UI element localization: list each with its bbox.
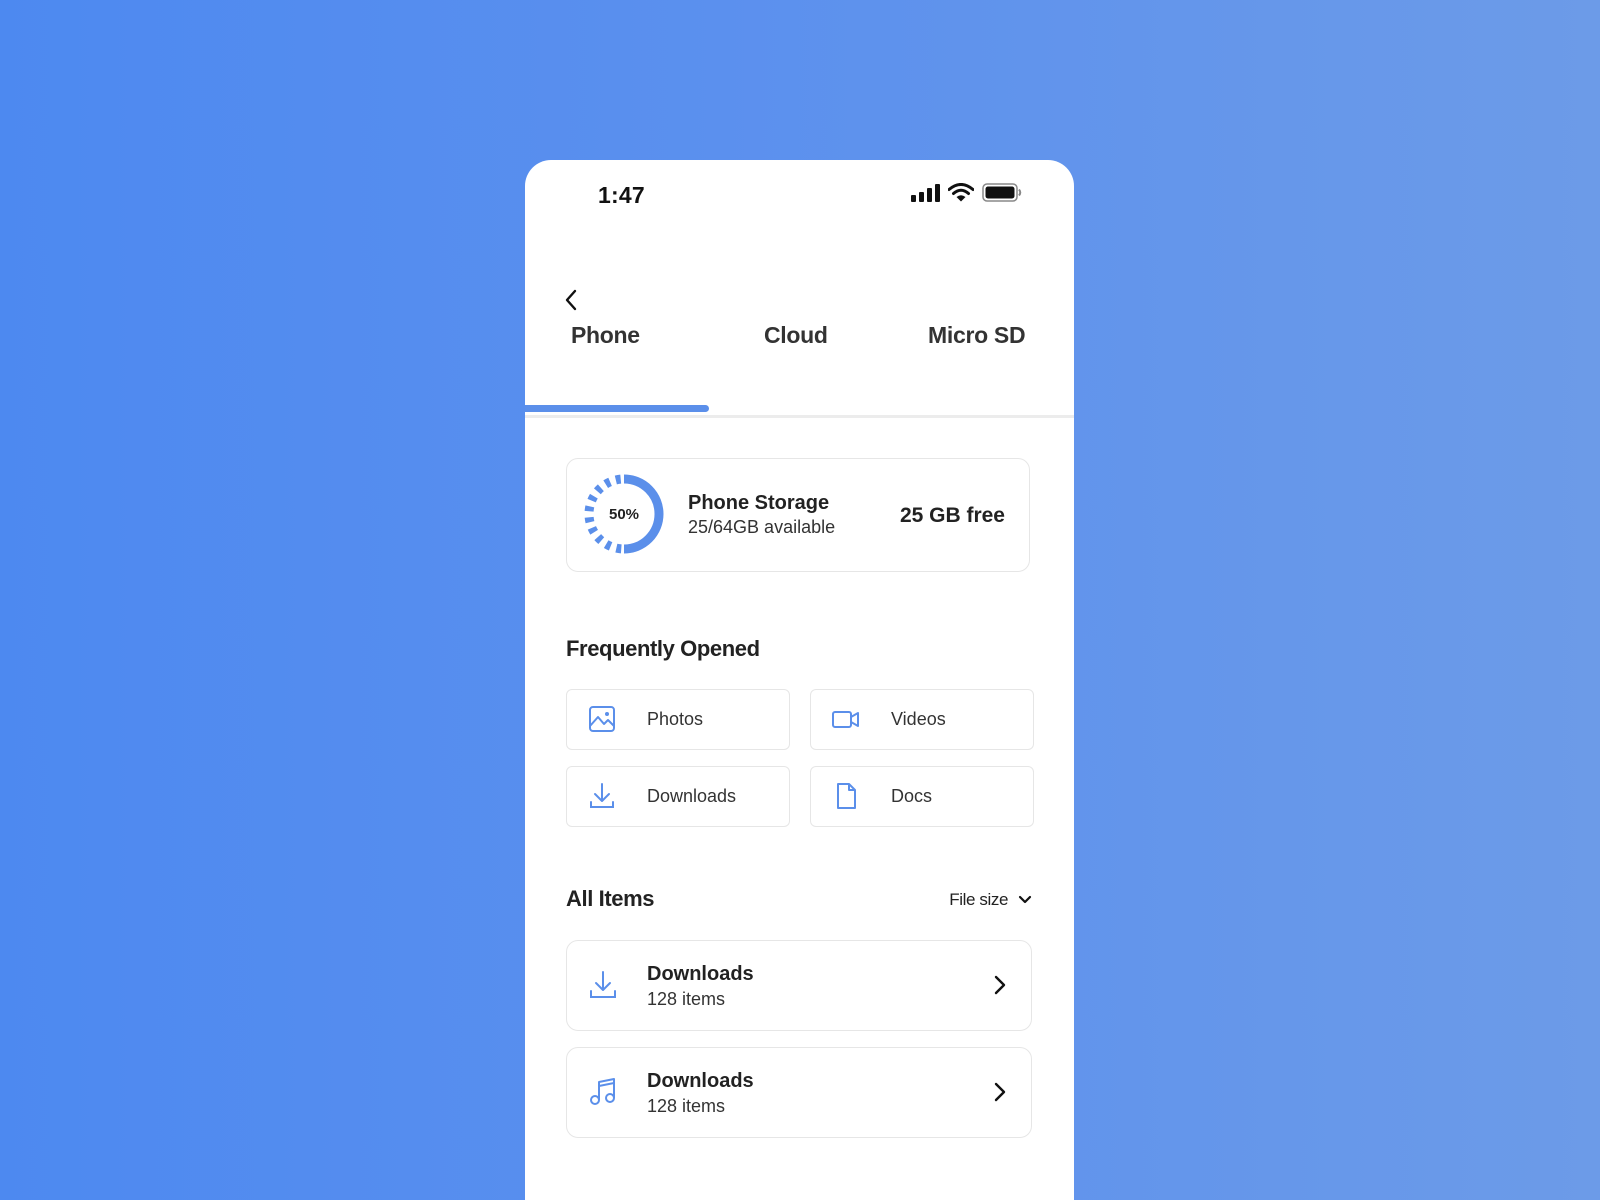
tab-micro-sd[interactable]: Micro SD — [928, 322, 1026, 349]
list-item[interactable]: Downloads 128 items — [566, 1047, 1032, 1138]
list-item[interactable]: Downloads 128 items — [566, 940, 1032, 1031]
list-item-name: Downloads — [647, 963, 754, 985]
storage-subtitle: 25/64GB available — [688, 517, 836, 537]
quick-docs[interactable]: Docs — [810, 766, 1034, 827]
quick-downloads-label: Downloads — [647, 786, 737, 806]
storage-title: Phone Storage — [688, 492, 830, 514]
quick-videos-label: Videos — [891, 709, 946, 729]
all-items-title: All Items — [566, 886, 655, 911]
document-icon — [837, 783, 856, 809]
chevron-right-icon — [994, 975, 1006, 995]
chevron-left-icon — [565, 289, 577, 311]
video-icon — [832, 711, 859, 728]
status-time: 1:47 — [598, 182, 645, 208]
list-item-name: Downloads — [647, 1070, 754, 1092]
frequently-opened-title: Frequently Opened — [566, 636, 760, 661]
storage-card: 50% Phone Storage 25/64GB available 25 G… — [566, 458, 1030, 572]
tab-phone[interactable]: Phone — [571, 322, 640, 349]
download-icon — [590, 783, 614, 808]
quick-docs-label: Docs — [891, 786, 933, 806]
active-tab-indicator — [525, 405, 709, 412]
list-item-count: 128 items — [647, 1096, 726, 1116]
storage-percent: 50% — [608, 505, 640, 523]
back-button[interactable] — [559, 288, 583, 312]
quick-photos[interactable]: Photos — [566, 689, 790, 750]
chevron-right-icon — [994, 1082, 1006, 1102]
download-icon — [590, 971, 616, 998]
tab-cloud[interactable]: Cloud — [764, 322, 828, 349]
music-icon — [590, 1078, 615, 1105]
quick-photos-label: Photos — [647, 709, 704, 729]
chevron-down-icon — [1018, 895, 1032, 904]
quick-downloads[interactable]: Downloads — [566, 766, 790, 827]
storage-free: 25 GB free — [899, 504, 1005, 527]
sort-dropdown[interactable]: File size — [949, 890, 1032, 910]
signal-icon — [911, 183, 940, 202]
quick-videos[interactable]: Videos — [810, 689, 1034, 750]
image-icon — [589, 706, 615, 732]
sort-label: File size — [949, 890, 1008, 909]
battery-icon — [982, 183, 1022, 202]
status-icons — [911, 183, 1022, 202]
status-bar: 1:47 — [525, 160, 1074, 240]
wifi-icon — [948, 183, 974, 202]
list-item-count: 128 items — [647, 989, 726, 1009]
phone-screen: 1:47 Phone Cloud Micro SD 50% Phone Stor… — [525, 160, 1074, 1200]
